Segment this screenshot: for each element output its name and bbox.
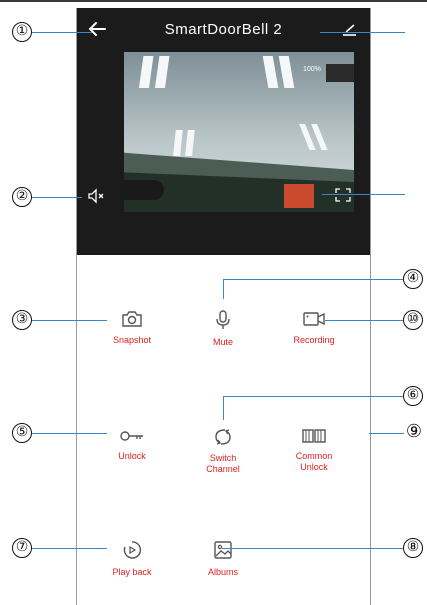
image-icon bbox=[214, 541, 232, 559]
callout-6: ⑥ bbox=[403, 386, 423, 406]
app-screen: SmartDoorBell 2 100% Snapshot Mute Recor… bbox=[76, 8, 371, 605]
mute-button[interactable]: Mute bbox=[178, 309, 268, 348]
edit-button[interactable] bbox=[340, 20, 358, 38]
back-button[interactable] bbox=[85, 18, 109, 40]
callout-7: ⑦ bbox=[12, 538, 32, 558]
callout-9: ⑨ bbox=[404, 421, 424, 443]
video-camera-icon bbox=[303, 312, 325, 326]
back-arrow-icon bbox=[88, 22, 106, 36]
video-header: SmartDoorBell 2 100% bbox=[77, 8, 370, 255]
playback-icon bbox=[123, 541, 142, 559]
albums-label: Albums bbox=[207, 567, 238, 577]
speaker-toggle[interactable] bbox=[87, 188, 105, 204]
control-panel: Snapshot Mute Recording Unlock Switch Ch… bbox=[77, 255, 370, 605]
callout-1: ① bbox=[12, 22, 32, 42]
key-icon bbox=[120, 431, 143, 441]
callout-line-edit bbox=[320, 32, 405, 34]
edit-icon bbox=[343, 24, 356, 36]
callout-line-3 bbox=[32, 320, 107, 322]
common-unlock-label: Common Unlock bbox=[295, 451, 333, 472]
speaker-mute-icon bbox=[88, 188, 104, 204]
callout-line-6 bbox=[223, 396, 403, 398]
callout-line-7 bbox=[32, 548, 107, 550]
camera-icon bbox=[122, 311, 142, 327]
common-unlock-button[interactable]: Common Unlock bbox=[269, 427, 359, 473]
double-door-icon bbox=[302, 429, 326, 443]
top-divider bbox=[0, 0, 427, 2]
unlock-label: Unlock bbox=[118, 451, 146, 461]
callout-line-10 bbox=[325, 320, 403, 322]
callout-4: ④ bbox=[403, 269, 423, 289]
playback-button[interactable]: Play back bbox=[87, 539, 177, 578]
page-title: SmartDoorBell 2 bbox=[164, 21, 283, 38]
playback-label: Play back bbox=[112, 567, 152, 577]
callout-10: ⑩ bbox=[403, 310, 423, 330]
callout-8: ⑧ bbox=[403, 538, 423, 558]
video-frame bbox=[114, 52, 354, 212]
callout-vline-4 bbox=[223, 279, 225, 299]
callout-line-9 bbox=[369, 433, 404, 435]
callout-line-4 bbox=[223, 279, 403, 281]
switch-channel-label: Switch Channel bbox=[206, 453, 240, 474]
callout-vline-6 bbox=[223, 396, 225, 420]
callout-3: ③ bbox=[12, 310, 32, 330]
albums-button[interactable]: Albums bbox=[178, 539, 268, 578]
microphone-icon bbox=[216, 310, 230, 329]
callout-2: ② bbox=[12, 187, 32, 207]
recording-button[interactable]: Recording bbox=[269, 309, 359, 346]
recording-label: Recording bbox=[293, 335, 335, 345]
callout-line-fullscreen bbox=[322, 194, 405, 196]
callout-line-8 bbox=[222, 548, 403, 550]
snapshot-button[interactable]: Snapshot bbox=[87, 309, 177, 346]
mute-label: Mute bbox=[212, 337, 233, 347]
callout-5: ⑤ bbox=[12, 423, 32, 443]
zoom-level: 100% bbox=[303, 66, 321, 73]
callout-line-5 bbox=[32, 433, 107, 435]
switch-channel-icon bbox=[215, 429, 231, 445]
snapshot-label: Snapshot bbox=[112, 335, 152, 345]
switch-channel-button[interactable]: Switch Channel bbox=[178, 427, 268, 475]
callout-line-2 bbox=[32, 197, 82, 199]
callout-line-1 bbox=[32, 32, 92, 34]
live-video-feed[interactable] bbox=[114, 52, 354, 212]
